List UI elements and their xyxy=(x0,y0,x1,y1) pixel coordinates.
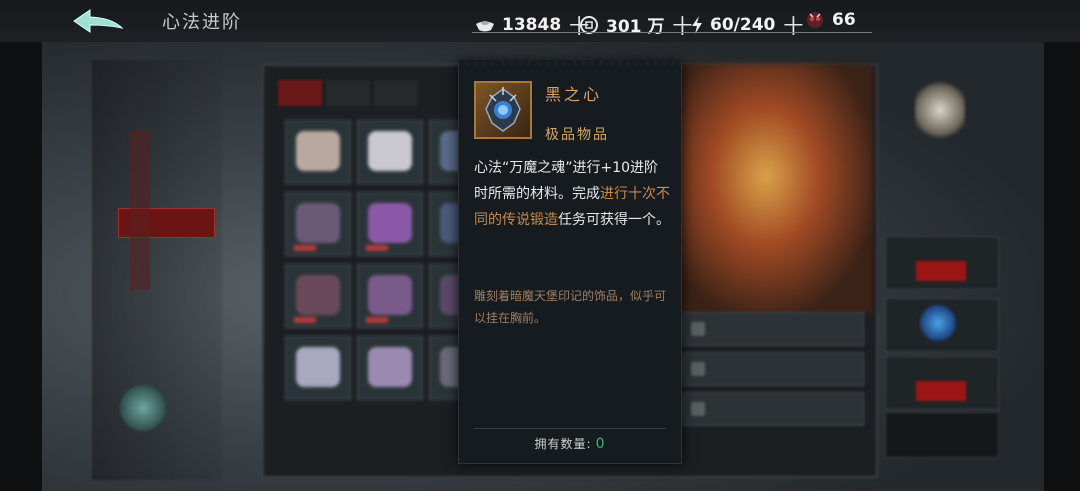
owned-label: 拥有数量: xyxy=(534,437,592,451)
item-lore: 雕刻着暗魔天堡印记的饰品，似乎可以挂在胸前。 xyxy=(474,289,667,325)
back-arrow-icon xyxy=(73,9,124,33)
nav-side-strip xyxy=(130,130,150,290)
black-heart-item-icon xyxy=(474,81,532,139)
grid-cell[interactable] xyxy=(285,120,351,184)
bottom-left-button[interactable] xyxy=(108,385,178,455)
tab-3[interactable] xyxy=(374,80,418,106)
stamina-resource[interactable]: 60/240 十 xyxy=(690,10,803,39)
silver-resource[interactable]: 13848 十 xyxy=(474,10,589,39)
tab-1[interactable] xyxy=(278,80,322,106)
list-row[interactable] xyxy=(682,392,864,426)
mask-resource: 66 xyxy=(804,10,856,30)
demon-mask-icon xyxy=(804,10,826,30)
right-edge xyxy=(1044,0,1080,491)
tooltip-divider xyxy=(474,428,666,429)
preview-image xyxy=(678,64,873,314)
add-stamina-icon[interactable]: 十 xyxy=(783,10,803,39)
grid-cell[interactable] xyxy=(285,264,351,328)
right-card[interactable] xyxy=(885,236,999,290)
item-description: 心法“万魔之魂”进行+10进阶时所需的材料。完成进行十次不同的传说锻造任务可获得… xyxy=(474,155,670,233)
grid-cell[interactable] xyxy=(357,336,423,400)
tab-2[interactable] xyxy=(326,80,370,106)
grid-footer xyxy=(290,405,460,433)
grid-cell[interactable] xyxy=(285,192,351,256)
page-title: 心法进阶 xyxy=(162,12,242,33)
left-edge xyxy=(0,0,42,491)
right-top-icon xyxy=(915,80,965,140)
back-button[interactable] xyxy=(68,6,128,36)
item-tooltip: 黑之心 极品物品 心法“万魔之魂”进行+10进阶时所需的材料。完成进行十次不同的… xyxy=(458,60,682,464)
nav-item-1[interactable] xyxy=(118,88,213,116)
right-action-button[interactable] xyxy=(885,412,999,458)
desc-text-2: 任务可获得一个。 xyxy=(558,212,670,228)
grid-cell[interactable] xyxy=(357,264,423,328)
resource-underline xyxy=(472,32,872,33)
list-row[interactable] xyxy=(682,312,864,346)
mask-value: 66 xyxy=(832,10,856,30)
right-card[interactable] xyxy=(885,356,999,410)
list-row[interactable] xyxy=(682,352,864,386)
grid-cell[interactable] xyxy=(285,336,351,400)
coin-resource[interactable]: 301 万 十 xyxy=(578,10,692,39)
right-card[interactable] xyxy=(885,298,999,352)
coin-value: 301 万 xyxy=(606,17,665,37)
owned-count-row: 拥有数量: 0 xyxy=(459,435,681,452)
grid-cell[interactable] xyxy=(357,192,423,256)
right-column xyxy=(885,70,1005,470)
item-grade: 极品物品 xyxy=(545,127,609,143)
item-name: 黑之心 xyxy=(545,85,603,104)
grid-cell[interactable] xyxy=(357,120,423,184)
owned-count: 0 xyxy=(595,436,606,452)
filter-tabs xyxy=(278,80,418,106)
circle-icon xyxy=(120,385,166,431)
